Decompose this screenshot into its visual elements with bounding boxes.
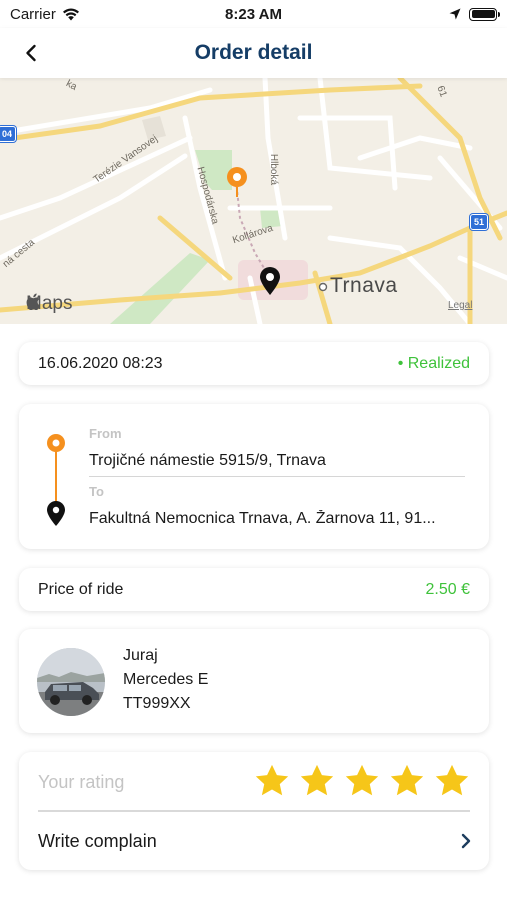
status-left: Carrier bbox=[10, 6, 80, 23]
driver-avatar bbox=[37, 648, 105, 716]
price-card: Price of ride 2.50 € bbox=[19, 568, 489, 611]
rating-card: Your rating Write complain bbox=[19, 752, 489, 870]
nav-bar: Order detail bbox=[0, 28, 507, 78]
driver-info: Juraj Mercedes E TT999XX bbox=[123, 647, 208, 713]
car-photo bbox=[37, 648, 105, 716]
street-label: Hlboká bbox=[268, 153, 280, 186]
chevron-right-icon bbox=[461, 833, 471, 849]
city-label: Trnava bbox=[318, 274, 398, 298]
order-datetime: 16.06.2020 08:23 bbox=[38, 354, 163, 372]
star-icon[interactable] bbox=[298, 762, 336, 800]
star-icon[interactable] bbox=[388, 762, 426, 800]
route-indicator bbox=[47, 434, 65, 526]
star-icon[interactable] bbox=[343, 762, 381, 800]
chevron-left-icon bbox=[26, 44, 36, 62]
rating-label: Your rating bbox=[38, 772, 125, 792]
back-button[interactable] bbox=[14, 36, 48, 70]
license-plate: TT999XX bbox=[123, 695, 191, 712]
from-label: From bbox=[89, 426, 122, 441]
battery-icon bbox=[469, 7, 500, 21]
price-value: 2.50 € bbox=[425, 580, 470, 598]
carrier-label: Carrier bbox=[10, 5, 56, 23]
status-badge: • Realized bbox=[397, 354, 470, 372]
apple-logo-icon bbox=[26, 293, 40, 310]
maps-attribution: Maps bbox=[26, 293, 72, 315]
status-right bbox=[449, 7, 500, 21]
star-icon[interactable] bbox=[253, 762, 291, 800]
price-label: Price of ride bbox=[38, 580, 124, 598]
city-dot-icon bbox=[318, 282, 328, 292]
status-bar: Carrier 8:23 AM bbox=[0, 0, 507, 28]
wifi-icon bbox=[62, 8, 79, 20]
driver-name: Juraj bbox=[123, 647, 158, 664]
destination-pin-icon bbox=[47, 501, 65, 526]
route-map[interactable]: ka Terézie Vansovej Hospodárska Hlboká K… bbox=[0, 78, 507, 324]
rating-divider bbox=[38, 810, 470, 812]
road-shield: 51 bbox=[470, 214, 488, 230]
battery-level bbox=[471, 10, 495, 18]
city-name: Trnava bbox=[330, 274, 398, 297]
road-shield: 04 bbox=[0, 126, 16, 142]
route-divider bbox=[89, 476, 465, 477]
location-arrow-icon bbox=[449, 8, 461, 20]
star-icon[interactable] bbox=[433, 762, 471, 800]
driver-card: Juraj Mercedes E TT999XX bbox=[19, 629, 489, 733]
page-title: Order detail bbox=[194, 41, 313, 64]
to-address: Fakultná Nemocnica Trnava, A. Žarnova 11… bbox=[89, 510, 436, 527]
write-complain-button[interactable]: Write complain bbox=[38, 820, 471, 862]
from-address: Trojičné námestie 5915/9, Trnava bbox=[89, 452, 326, 469]
car-model: Mercedes E bbox=[123, 671, 209, 688]
map-background bbox=[0, 78, 507, 324]
complain-label: Write complain bbox=[38, 830, 157, 851]
to-label: To bbox=[89, 484, 104, 499]
legal-link[interactable]: Legal bbox=[448, 300, 472, 311]
star-rating[interactable] bbox=[253, 762, 471, 800]
route-card: From Trojičné námestie 5915/9, Trnava To… bbox=[19, 404, 489, 549]
order-status-card: 16.06.2020 08:23 • Realized bbox=[19, 342, 489, 385]
